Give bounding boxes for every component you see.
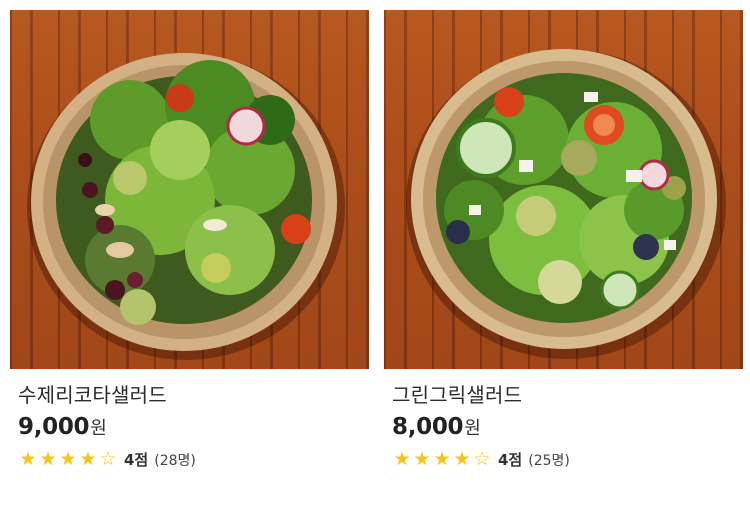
product-image[interactable] [384,10,743,369]
star-filled-icon: ★ [413,448,431,470]
price-row: 8,000 원 [392,414,743,440]
product-price: 9,000 [18,414,90,440]
star-filled-icon: ★ [59,448,77,470]
star-filled-icon: ★ [39,448,57,470]
star-filled-icon: ★ [393,448,411,470]
price-row: 9,000 원 [18,414,369,440]
product-image[interactable] [10,10,369,369]
rating-row: ★ ★ ★ ★ ☆ 4점 (25명) [392,449,743,470]
star-empty-icon: ☆ [99,448,117,470]
product-title[interactable]: 그린그릭샐러드 [392,379,743,408]
star-filled-icon: ★ [433,448,451,470]
product-grid: 수제리코타샐러드 9,000 원 ★ ★ ★ ★ ☆ 4점 (28명) 그린그릭… [0,0,750,515]
star-empty-icon: ☆ [473,448,491,470]
product-price: 8,000 [392,414,464,440]
currency-label: 원 [464,418,481,439]
product-card[interactable]: 그린그릭샐러드 8,000 원 ★ ★ ★ ★ ☆ 4점 (25명) [384,10,743,470]
rating-score: 4점 [124,451,149,469]
star-rating: ★ ★ ★ ★ ☆ [18,450,118,469]
product-title[interactable]: 수제리코타샐러드 [18,379,369,408]
review-count: (28명) [154,452,196,469]
star-filled-icon: ★ [453,448,471,470]
review-count: (25명) [528,452,570,469]
product-card[interactable]: 수제리코타샐러드 9,000 원 ★ ★ ★ ★ ☆ 4점 (28명) [10,10,369,470]
star-filled-icon: ★ [19,448,37,470]
rating-row: ★ ★ ★ ★ ☆ 4점 (28명) [18,449,369,470]
star-rating: ★ ★ ★ ★ ☆ [392,450,492,469]
currency-label: 원 [90,418,107,439]
star-filled-icon: ★ [79,448,97,470]
salad-bowl-illustration [27,53,345,360]
rating-score: 4점 [498,451,523,469]
salad-bowl-illustration [406,49,726,359]
